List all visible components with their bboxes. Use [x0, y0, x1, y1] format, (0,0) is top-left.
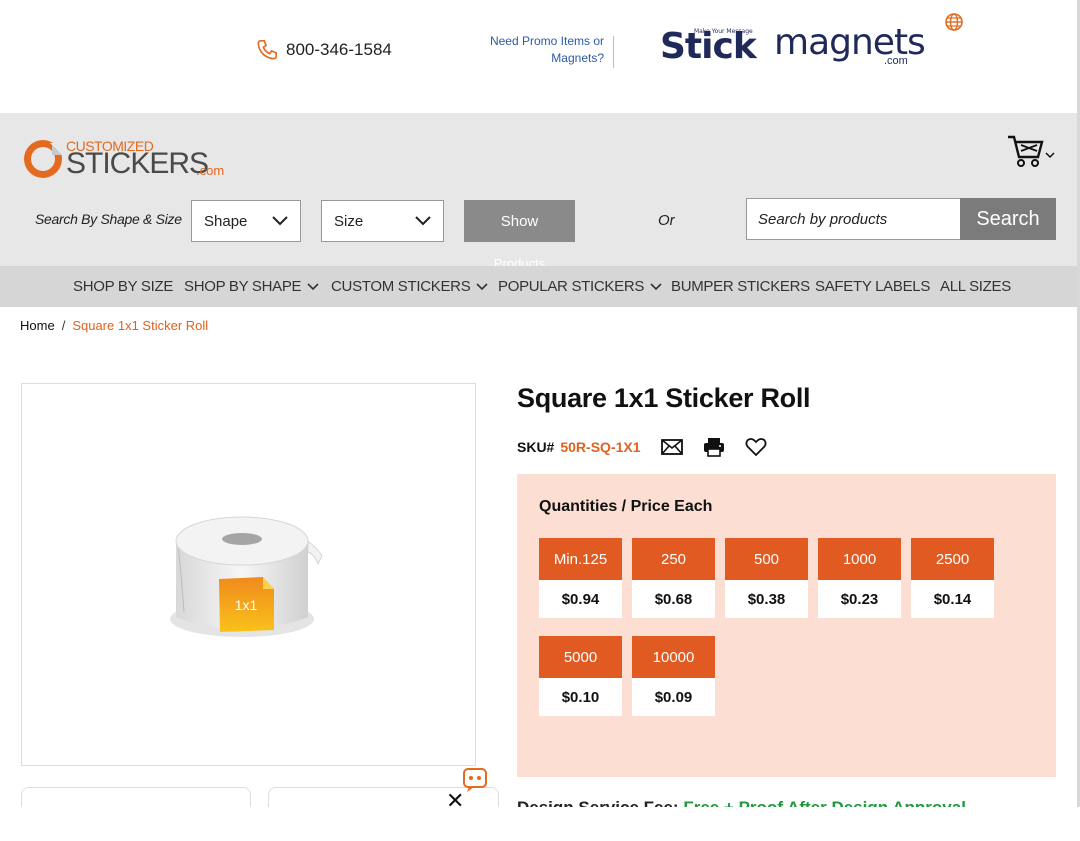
- search-by-label: Search By Shape & Size: [35, 211, 182, 227]
- phone-icon: [257, 40, 277, 60]
- promo-link[interactable]: Need Promo Items or Magnets?: [470, 33, 604, 67]
- tier-quantity: 5000: [539, 636, 622, 678]
- tier-quantity: 250: [632, 538, 715, 580]
- site-logo[interactable]: CUSTOMIZED STICKERS .com: [20, 133, 240, 183]
- stick-logo[interactable]: Stick Make Your Message: [660, 26, 757, 67]
- breadcrumb: Home / Square 1x1 Sticker Roll: [20, 318, 208, 333]
- site-header: CUSTOMIZED STICKERS .com Search By Shape…: [0, 113, 1080, 271]
- nav-bumper-stickers[interactable]: BUMPER STICKERS: [671, 278, 810, 295]
- nav-safety-labels[interactable]: SAFETY LABELS: [815, 278, 930, 295]
- tier-quantity: 10000: [632, 636, 715, 678]
- nav-all-sizes[interactable]: ALL SIZES: [940, 278, 1011, 295]
- pricing-title: Quantities / Price Each: [539, 498, 713, 515]
- chevron-down-icon: [650, 282, 662, 290]
- tier-price: $0.09: [632, 678, 715, 716]
- chevron-down-icon: [415, 216, 431, 226]
- sku-row: SKU# 50R-SQ-1X1: [517, 437, 767, 457]
- page-bottom-whitespace: [0, 807, 1080, 841]
- tier-quantity: 1000: [818, 538, 901, 580]
- divider: [613, 36, 614, 68]
- chat-widget-icon[interactable]: [461, 764, 491, 799]
- breadcrumb-current: Square 1x1 Sticker Roll: [72, 318, 209, 333]
- chevron-down-icon: [307, 282, 319, 290]
- show-products-button[interactable]: Show Products: [464, 200, 575, 271]
- nav-shop-by-shape[interactable]: SHOP BY SHAPE: [184, 278, 319, 295]
- shape-select[interactable]: Shape: [191, 200, 301, 242]
- main-nav: SHOP BY SIZE SHOP BY SHAPE CUSTOM STICKE…: [0, 266, 1080, 307]
- tier-price: $0.14: [911, 580, 994, 618]
- heart-icon[interactable]: [745, 437, 767, 457]
- breadcrumb-home[interactable]: Home: [20, 318, 55, 333]
- logo-sticker-icon: [24, 140, 64, 178]
- price-tier[interactable]: 250 $0.68: [632, 538, 715, 621]
- product-image[interactable]: 1x1: [21, 383, 476, 766]
- sticker-roll-image: 1x1: [170, 516, 323, 637]
- size-select[interactable]: Size: [321, 200, 444, 242]
- chevron-down-icon: [476, 282, 488, 290]
- tier-quantity: 500: [725, 538, 808, 580]
- price-tier[interactable]: 5000 $0.10: [539, 636, 622, 719]
- phone-number: 800-346-1584: [286, 40, 392, 59]
- product-title: Square 1x1 Sticker Roll: [517, 383, 811, 413]
- tier-price: $0.68: [632, 580, 715, 618]
- nav-popular-stickers[interactable]: POPULAR STICKERS: [498, 278, 662, 295]
- price-tier[interactable]: 1000 $0.23: [818, 538, 901, 621]
- sku-value: 50R-SQ-1X1: [560, 439, 641, 455]
- breadcrumb-separator: /: [61, 318, 66, 333]
- tier-price: $0.94: [539, 580, 622, 618]
- price-panel: Quantities / Price Each Min.125 $0.94 25…: [517, 474, 1056, 777]
- price-tier[interactable]: 500 $0.38: [725, 538, 808, 621]
- top-bar: 800-346-1584 Need Promo Items or Magnets…: [0, 0, 1080, 113]
- sku-label: SKU#: [517, 439, 555, 455]
- email-icon[interactable]: [660, 439, 683, 455]
- chevron-down-icon: [272, 216, 288, 226]
- nav-custom-stickers[interactable]: CUSTOM STICKERS: [331, 278, 488, 295]
- nav-shop-by-size[interactable]: SHOP BY SIZE: [73, 278, 173, 295]
- price-tier[interactable]: Min.125 $0.94: [539, 538, 622, 621]
- tier-quantity: 2500: [911, 538, 994, 580]
- phone-link[interactable]: 800-346-1584: [256, 38, 392, 62]
- search-button[interactable]: Search: [960, 198, 1056, 240]
- roll-label-text: 1x1: [235, 597, 258, 613]
- cart-button[interactable]: [1006, 133, 1058, 176]
- tier-price: $0.38: [725, 580, 808, 618]
- tier-quantity: Min.125: [539, 538, 622, 580]
- magnets-logo-suffix: .com: [884, 55, 908, 67]
- print-icon[interactable]: [703, 437, 725, 457]
- price-tier[interactable]: 10000 $0.09: [632, 636, 715, 719]
- globe-icon[interactable]: [944, 12, 964, 37]
- price-tier[interactable]: 2500 $0.14: [911, 538, 994, 621]
- search-input[interactable]: [746, 198, 961, 240]
- tier-price: $0.10: [539, 678, 622, 716]
- tier-price: $0.23: [818, 580, 901, 618]
- cart-icon: [1008, 135, 1055, 167]
- or-label: Or: [658, 212, 675, 229]
